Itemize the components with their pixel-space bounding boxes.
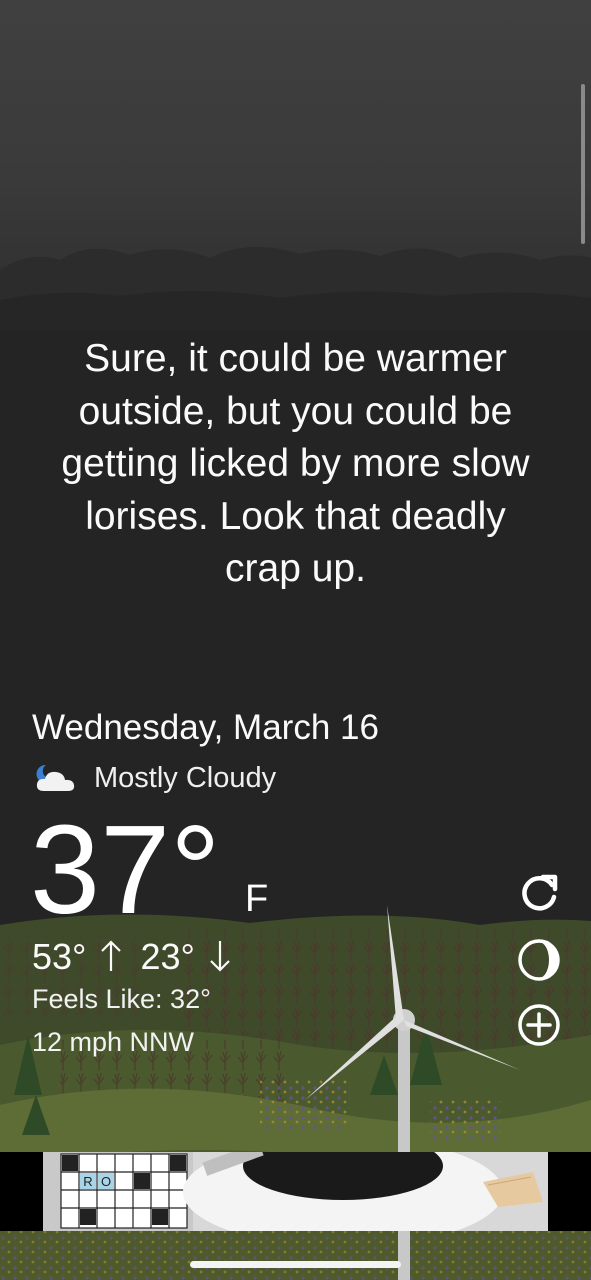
forecast-date: Wednesday, March 16 <box>32 708 379 747</box>
low-temp: 23° <box>140 936 195 977</box>
quote-line: crap up. <box>225 547 366 590</box>
add-icon <box>518 1004 560 1046</box>
quote-line: Sure, it could be warmer <box>84 337 507 380</box>
quote-line: outside, but you could be <box>78 389 513 433</box>
crossword-letter: O <box>101 1174 111 1189</box>
refresh-icon <box>522 874 558 911</box>
cloud-band <box>0 246 591 330</box>
weather-quote: Sure, it could be warmer outside, but yo… <box>20 333 571 596</box>
ad-banner[interactable]: R O <box>0 1152 591 1231</box>
arrow-up-icon <box>101 940 122 971</box>
home-indicator[interactable] <box>190 1261 401 1268</box>
moon-phase-icon <box>518 939 560 981</box>
crossword-ad-image[interactable]: R O <box>43 1152 548 1231</box>
ad-artwork: R O <box>43 1152 548 1231</box>
temperature-unit[interactable]: F <box>245 878 268 921</box>
refresh-button[interactable] <box>516 870 562 916</box>
scroll-indicator[interactable] <box>581 84 585 244</box>
high-temp: 53° <box>32 936 87 977</box>
wind-info: 12 mph NNW <box>32 1027 195 1057</box>
high-low-temps: 53° 23° <box>32 936 231 978</box>
add-location-button[interactable] <box>516 1002 562 1048</box>
moon-phase-button[interactable] <box>516 937 562 983</box>
weather-screen: Sure, it could be warmer outside, but yo… <box>0 0 591 1280</box>
current-temperature: 37° <box>30 799 221 940</box>
arrow-down-icon <box>210 941 230 972</box>
condition-row: Mostly Cloudy <box>32 758 276 798</box>
partly-cloudy-night-icon <box>36 764 75 791</box>
quote-line: lorises. Look that deadly <box>85 494 506 538</box>
crossword-letter: R <box>83 1174 92 1189</box>
condition-text: Mostly Cloudy <box>94 761 277 794</box>
quote-line: getting licked by more slow <box>61 442 530 485</box>
feels-like: Feels Like: 32° <box>32 984 211 1014</box>
